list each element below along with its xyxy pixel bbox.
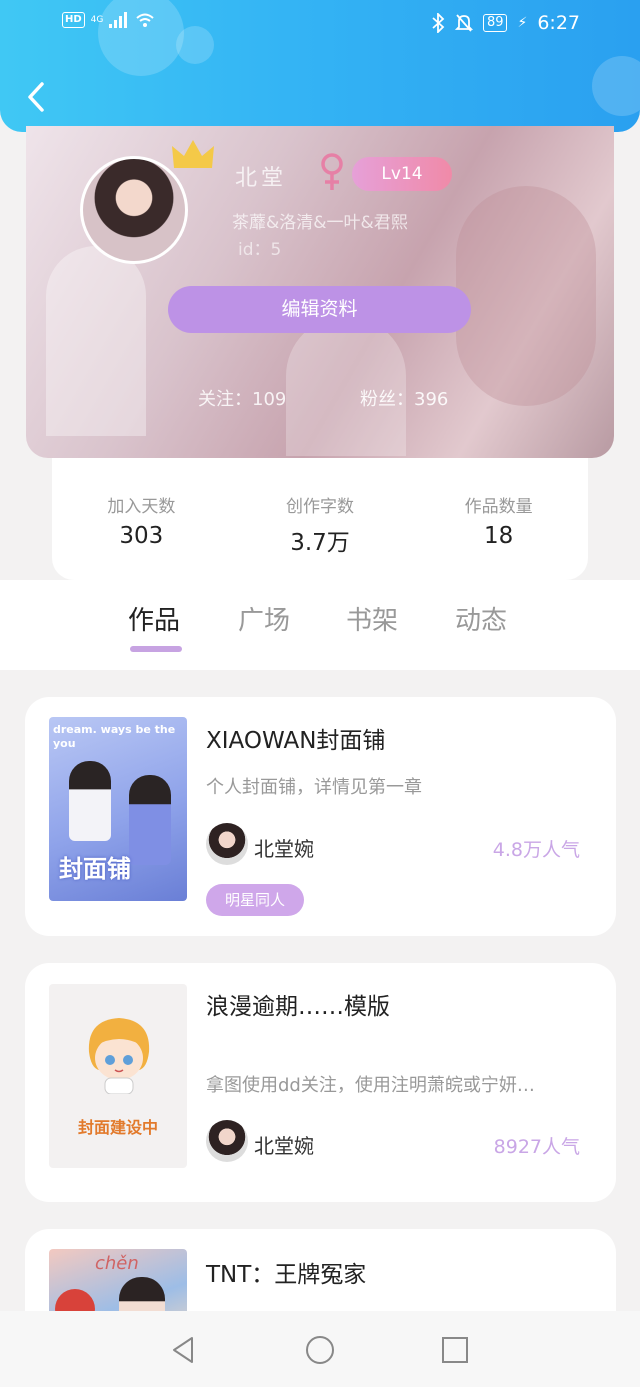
decor-window: [46, 246, 146, 436]
author-avatar[interactable]: [206, 823, 248, 865]
stat-value: 303: [119, 523, 164, 549]
female-icon: [321, 153, 343, 190]
author-name[interactable]: 北堂婉: [254, 1130, 314, 1159]
level-badge: Lv14: [352, 157, 452, 191]
charging-icon: ⚡: [517, 15, 528, 31]
stat-value: 3.7万: [290, 530, 350, 556]
cover-title: 封面铺: [59, 855, 131, 883]
status-left: HD 4G: [62, 12, 155, 28]
work-card[interactable]: 封面建设中 浪漫逾期……模版 拿图使用dd关注，使用注明萧皖或宁妍… 北堂婉 8…: [25, 963, 616, 1202]
stat-word-count: 创作字数 3.7万: [231, 458, 410, 580]
hd-badge: HD: [62, 12, 85, 28]
tab-works[interactable]: 作品: [128, 600, 180, 637]
tab-bar: [0, 580, 640, 670]
nav-recents-icon[interactable]: [438, 1333, 472, 1367]
work-cover[interactable]: dream. ways be the you 封面铺: [49, 717, 187, 901]
user-id: id：5: [238, 240, 282, 260]
category-tag[interactable]: 明星同人: [206, 884, 304, 916]
work-title[interactable]: TNT：王牌冤家: [206, 1255, 366, 1289]
username: 北堂: [235, 166, 288, 191]
popularity-count: 8927人气: [493, 1136, 580, 1158]
cover-figure: [69, 761, 111, 841]
wifi-icon: [136, 13, 155, 27]
crown-icon: [172, 140, 214, 168]
fans-count[interactable]: 粉丝：396: [360, 385, 448, 411]
author-avatar[interactable]: [206, 1120, 248, 1162]
work-description: 个人封面铺，详情见第一章: [206, 777, 422, 798]
edit-profile-button[interactable]: 编辑资料: [168, 286, 471, 333]
active-tab-indicator: [130, 646, 182, 652]
work-cover[interactable]: 封面建设中: [49, 984, 187, 1168]
signal-icon: [109, 12, 128, 28]
stat-label: 创作字数: [286, 497, 354, 517]
work-description: 拿图使用dd关注，使用注明萧皖或宁妍…: [206, 1075, 535, 1096]
system-nav-bar: [0, 1311, 640, 1387]
stat-label: 作品数量: [464, 497, 533, 517]
decor-bubble: [176, 26, 214, 64]
cover-figure: [129, 775, 171, 865]
stat-join-days: 加入天数 303: [52, 458, 231, 580]
user-bio: 茶蘼&洛清&一叶&君熙: [232, 213, 408, 233]
work-title[interactable]: XIAOWAN封面铺: [206, 721, 385, 755]
mute-bell-icon: [454, 14, 473, 32]
author-name[interactable]: 北堂婉: [254, 833, 314, 862]
following-count[interactable]: 关注：109: [198, 385, 286, 411]
back-button[interactable]: [22, 80, 52, 114]
stats-card: 加入天数 303 创作字数 3.7万 作品数量 18: [52, 458, 588, 580]
tab-bookshelf[interactable]: 书架: [346, 600, 398, 637]
cover-placeholder-text: 封面建设中: [77, 1118, 158, 1137]
tab-square[interactable]: 广场: [238, 600, 290, 637]
stat-value: 18: [484, 523, 514, 549]
app-header: HD 4G 89 ⚡ 6:27: [0, 0, 640, 132]
work-title[interactable]: 浪漫逾期……模版: [206, 987, 390, 1021]
battery-indicator: 89: [482, 14, 508, 32]
decor-bubble: [592, 56, 640, 116]
nav-back-icon[interactable]: [166, 1333, 200, 1367]
status-right: 89 ⚡ 6:27: [431, 12, 580, 34]
tab-activity[interactable]: 动态: [455, 600, 507, 637]
nav-home-icon[interactable]: [303, 1333, 337, 1367]
decor-face: [456, 186, 596, 406]
stat-label: 加入天数: [107, 497, 176, 517]
work-card[interactable]: dream. ways be the you 封面铺 XIAOWAN封面铺 个人…: [25, 697, 616, 936]
cover-placeholder-mascot: [88, 1018, 150, 1094]
network-type: 4G: [90, 15, 104, 25]
clock: 6:27: [537, 12, 580, 34]
bluetooth-icon: [432, 13, 445, 33]
popularity-count: 4.8万人气: [492, 839, 580, 861]
stat-works-count: 作品数量 18: [409, 458, 588, 580]
cover-title: chěn: [95, 1253, 139, 1274]
cover-caption: dream. ways be the you: [53, 723, 176, 750]
